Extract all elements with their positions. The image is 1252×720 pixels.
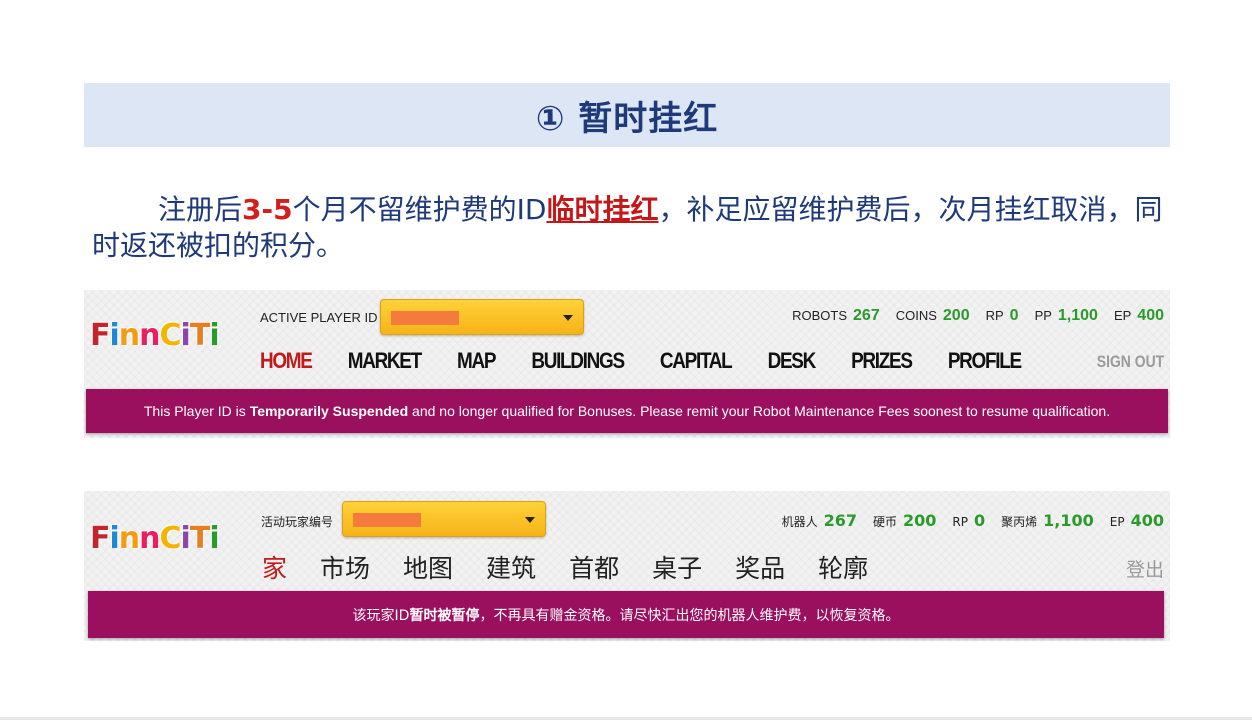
nav-desk[interactable]: 桌子 xyxy=(652,549,702,585)
logo-letter: T xyxy=(189,318,210,353)
stat-value-coins: 200 xyxy=(942,307,970,324)
main-nav-cn: 家 市场 地图 建筑 首都 桌子 奖品 轮廓 xyxy=(262,549,901,585)
logo-letter: i xyxy=(209,318,219,353)
nav-capital[interactable]: CAPITAL xyxy=(660,348,733,374)
sign-out-link[interactable]: 登出 xyxy=(1126,555,1164,582)
english-screenshot-panel: FinnCiTi ACTIVE PLAYER ID ROBOTS 267 COIN… xyxy=(84,290,1170,438)
stat-label-ep: EP xyxy=(1109,515,1125,529)
redacted-player-id xyxy=(391,311,459,325)
slide-header: ① 暂时挂红 xyxy=(84,83,1170,147)
slide-description: 注册后3-5个月不留维护费的ID临时挂红，补足应留维护费后，次月挂红取消，同时返… xyxy=(92,192,1172,264)
nav-market[interactable]: 市场 xyxy=(320,549,370,585)
banner-text-bold: Temporarily Suspended xyxy=(249,403,409,419)
banner-text-pre: This Player ID is xyxy=(143,403,250,419)
player-stats: 机器人 267 硬币 200 RP 0 聚丙烯 1,100 EP 400 xyxy=(782,511,1164,530)
suspension-banner: This Player ID is Temporarily Suspended … xyxy=(86,389,1168,433)
nav-home[interactable]: 家 xyxy=(262,549,287,585)
nav-buildings[interactable]: 建筑 xyxy=(486,549,536,585)
stat-label-rp: RP xyxy=(952,515,968,529)
logo-letter: F xyxy=(90,318,110,353)
logo-letter: i xyxy=(109,318,120,353)
logo-letter: n xyxy=(118,521,140,556)
stat-value-ep: 400 xyxy=(1130,511,1164,530)
banner-text-post: ，不再具有赠金资格。请尽快汇出您的机器人维护费，以恢复资格。 xyxy=(479,607,900,624)
stat-label-robots: 机器人 xyxy=(781,515,818,529)
sign-out-link[interactable]: SIGN OUT xyxy=(1097,352,1164,372)
stat-label-robots: ROBOTS xyxy=(792,308,848,323)
stat-value-rp: 0 xyxy=(974,511,986,530)
stat-value-robots: 267 xyxy=(823,511,857,530)
redacted-player-id xyxy=(353,513,421,527)
logo-letter: i xyxy=(109,521,120,556)
banner-text-post: and no longer qualified for Bonuses. Ple… xyxy=(408,403,1111,419)
nav-prizes[interactable]: 奖品 xyxy=(735,549,785,585)
finnciti-logo[interactable]: FinnCiTi xyxy=(90,521,220,556)
player-id-dropdown[interactable] xyxy=(380,299,584,335)
stat-label-pp: 聚丙烯 xyxy=(1001,515,1038,529)
stat-label-coins: COINS xyxy=(895,308,937,323)
logo-letter: i xyxy=(180,521,191,556)
banner-text-pre: 该玩家ID xyxy=(352,607,410,624)
stat-value-rp: 0 xyxy=(1009,307,1019,324)
desc-part-1: 注册后 xyxy=(158,193,243,226)
nav-profile[interactable]: PROFILE xyxy=(948,348,1022,374)
active-player-id-label: 活动玩家编号 xyxy=(261,515,334,529)
stat-value-ep: 400 xyxy=(1137,307,1164,324)
chinese-screenshot-panel: FinnCiTi 活动玩家编号 机器人 267 硬币 200 RP 0 聚丙烯 1,10… xyxy=(84,491,1170,641)
logo-letter: i xyxy=(209,521,219,556)
player-stats: ROBOTS 267 COINS 200 RP 0 PP 1,100 EP 400 xyxy=(792,307,1164,325)
nav-market[interactable]: MARKET xyxy=(348,348,422,374)
desc-part-2: 个月不留维护费的ID xyxy=(292,193,547,226)
nav-prizes[interactable]: PRIZES xyxy=(851,348,913,374)
logo-letter: C xyxy=(159,521,182,556)
nav-map[interactable]: 地图 xyxy=(403,549,453,585)
nav-home[interactable]: HOME xyxy=(260,348,313,374)
active-player-id-label: ACTIVE PLAYER ID xyxy=(260,310,378,325)
logo-letter: n xyxy=(139,521,160,556)
stat-value-coins: 200 xyxy=(903,511,937,530)
logo-letter: C xyxy=(159,318,182,353)
logo-letter: n xyxy=(118,318,140,353)
nav-capital[interactable]: 首都 xyxy=(569,549,619,585)
desc-highlight-months: 3-5 xyxy=(242,193,293,226)
chevron-down-icon xyxy=(563,315,573,321)
logo-letter: i xyxy=(180,318,191,353)
main-nav-en: HOME MARKET MAP BUILDINGS CAPITAL DESK P… xyxy=(260,348,1057,374)
logo-letter: n xyxy=(139,318,160,353)
stat-value-robots: 267 xyxy=(853,307,880,324)
nav-profile[interactable]: 轮廓 xyxy=(818,549,868,585)
suspension-banner: 该玩家ID 暂时被暂停 ，不再具有赠金资格。请尽快汇出您的机器人维护费，以恢复资格。 xyxy=(88,591,1164,638)
nav-map[interactable]: MAP xyxy=(457,348,496,374)
finnciti-logo[interactable]: FinnCiTi xyxy=(90,318,220,353)
logo-letter: T xyxy=(189,521,210,556)
stat-label-ep: EP xyxy=(1113,308,1132,323)
desc-highlight-suspended: 临时挂红 xyxy=(546,193,659,226)
slide-title: ① 暂时挂红 xyxy=(535,98,719,139)
stat-value-pp: 1,100 xyxy=(1043,511,1094,530)
stat-label-pp: PP xyxy=(1034,308,1052,323)
stat-value-pp: 1,100 xyxy=(1057,307,1098,324)
logo-letter: F xyxy=(90,521,110,556)
nav-desk[interactable]: DESK xyxy=(768,348,817,374)
player-id-dropdown[interactable] xyxy=(342,501,546,537)
banner-text-bold: 暂时被暂停 xyxy=(409,607,480,624)
stat-label-coins: 硬币 xyxy=(873,515,898,529)
chevron-down-icon xyxy=(525,517,535,523)
stat-label-rp: RP xyxy=(985,308,1004,323)
nav-buildings[interactable]: BUILDINGS xyxy=(531,348,625,374)
